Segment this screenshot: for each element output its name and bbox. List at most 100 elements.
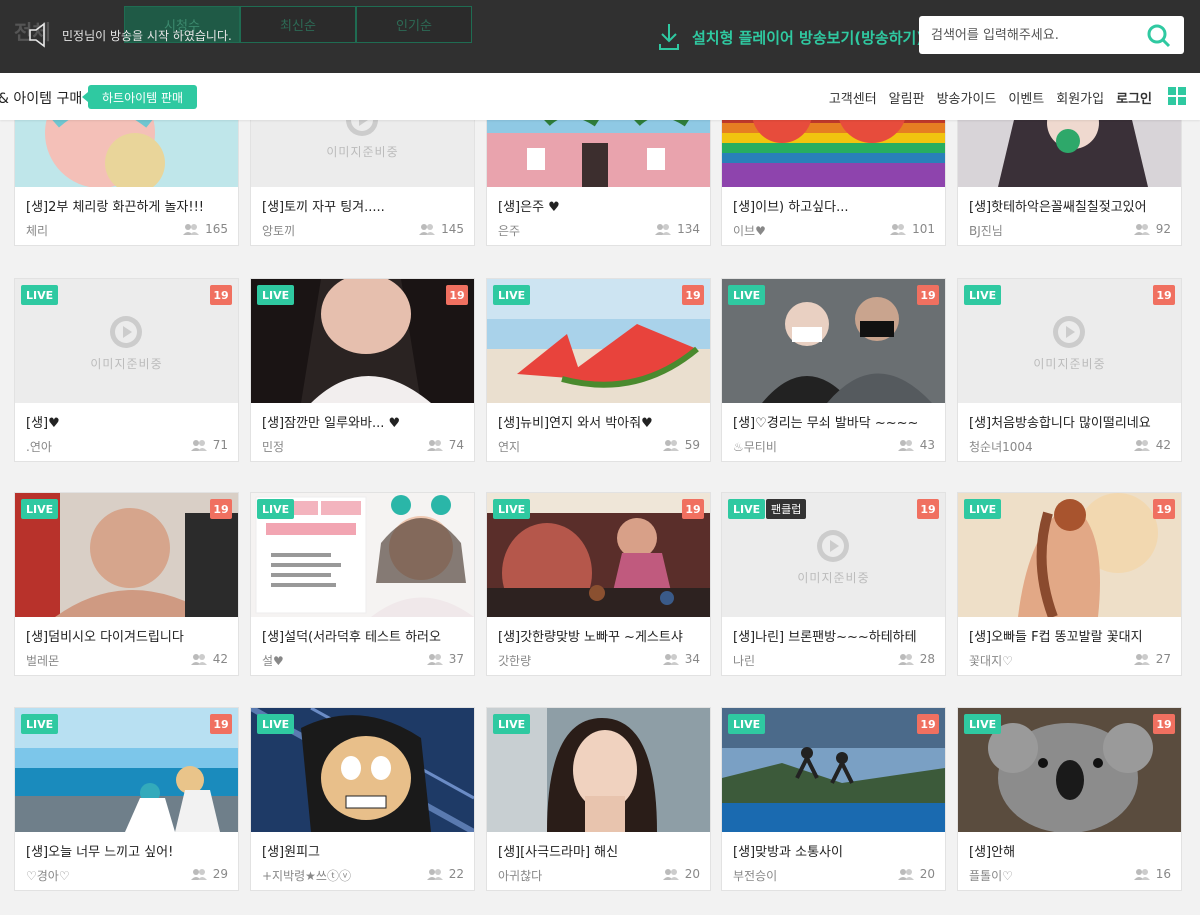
nav-link-event[interactable]: 이벤트 (1008, 88, 1044, 107)
placeholder-text: 이미지준비중 (90, 357, 163, 371)
stream-title[interactable]: [생]오늘 너무 느끼고 싶어! (26, 841, 231, 860)
stream-host: 부전승이 (733, 869, 778, 883)
stream-title[interactable]: [생]♡경리는 무쇠 발바닥 ~~~~ (733, 412, 938, 431)
viewer-count: 165 (183, 222, 228, 236)
stream-title[interactable]: [생]처음방송합니다 많이떨리네요 (969, 412, 1174, 431)
viewer-count: 145 (419, 222, 464, 236)
viewers-icon (426, 654, 443, 665)
viewer-count: 74 (426, 438, 464, 452)
viewer-count: 42 (190, 652, 228, 666)
stream-title[interactable]: [생]갓한량맞방 노빠꾸 ~게스트샤 (498, 626, 703, 645)
nav-link-login[interactable]: 로그인 (1116, 88, 1152, 107)
stream-title[interactable]: [생]안해 (969, 841, 1174, 860)
viewers-icon (897, 440, 914, 451)
broadcast-notice[interactable]: 민정님이 방송을 시작 하였습니다. (28, 22, 232, 48)
install-label: 설치형 플레이어 방송보기(방송하기) (692, 28, 924, 47)
live-badge: LIVE (728, 714, 766, 734)
stream-title[interactable]: [생]핫테하악은꼴쌔칠칠젖고있어 (969, 196, 1174, 215)
stream-title[interactable]: [생]이브) 하고싶다... (733, 196, 938, 215)
live-badge: LIVE (493, 499, 531, 519)
live-badge: LIVE (964, 499, 1002, 519)
viewer-count: 134 (655, 222, 700, 236)
stream-host: 나린 (733, 654, 756, 668)
stream-host: 청순녀1004 (969, 440, 1033, 454)
viewer-count: 92 (1133, 222, 1171, 236)
stream-card[interactable]: LIVE 19 [생]덤비시오 다이겨드립니다 벌레몬 42 (14, 492, 239, 676)
stream-title[interactable]: [생]맞방과 소통사이 (733, 841, 938, 860)
stream-title[interactable]: [생]은주 ♥ (498, 196, 703, 215)
heart-item-sale-button[interactable]: 하트아이템 판매 (81, 85, 198, 109)
stream-host: ♡경아♡ (26, 869, 70, 883)
stream-title[interactable]: [생]토끼 자꾸 팅겨..... (262, 196, 467, 215)
stream-card[interactable]: LIVE [생]설덕(서라덕후 테스트 하러오 설♥ 37 (250, 492, 475, 676)
viewers-icon (662, 440, 679, 451)
stream-title[interactable]: [생][사극드라마] 해신 (498, 841, 703, 860)
stream-title[interactable]: [생]잠깐만 일루와바... ♥ (262, 412, 467, 431)
stream-host: 민정 (262, 440, 285, 454)
stream-title[interactable]: [생]뉴비]연지 와서 박아줘♥ (498, 412, 703, 431)
play-icon (110, 316, 142, 348)
nav-link-signup[interactable]: 회원가입 (1056, 88, 1104, 107)
stream-title[interactable]: [생]2부 체리랑 화끈하게 놀자!!! (26, 196, 231, 215)
viewer-count: 101 (890, 222, 935, 236)
stream-card[interactable]: 이미지준비중 LIVE 19 [생]처음방송합니다 많이떨리네요 청순녀1004… (957, 278, 1182, 462)
stream-host: 이브♥ (733, 224, 766, 238)
stream-card[interactable]: LIVE [생]원피그 +지박령★쓰ⓣⓥ 22 (250, 707, 475, 891)
stream-card[interactable]: LIVE 19 [생]뉴비]연지 와서 박아줘♥ 연지 59 (486, 278, 711, 462)
stream-card[interactable]: 이미지준비중 LIVE 팬클럽 19 [생]나린] 브론팬방~~~하테하테 나린… (721, 492, 946, 676)
stream-title[interactable]: [생]나린] 브론팬방~~~하테하테 (733, 626, 938, 645)
stream-host: 은주 (498, 224, 521, 238)
placeholder-text: 이미지준비중 (797, 571, 870, 585)
stream-host: 벌레몬 (26, 654, 60, 668)
fanclub-badge: 팬클럽 (766, 499, 807, 519)
search-input[interactable] (919, 27, 1129, 43)
stream-card[interactable]: 이미지준비중 LIVE 19 [생]♥ .연아 71 (14, 278, 239, 462)
stream-host: 설♥ (262, 654, 284, 668)
viewers-icon (426, 440, 443, 451)
nav-link-notice-board[interactable]: 알림판 (889, 88, 925, 107)
live-badge: LIVE (493, 285, 531, 305)
stream-grid: [생]2부 체리랑 화끈하게 놀자!!! 체리 165 이미지준비중 [생]토끼… (0, 0, 1200, 915)
stream-card[interactable]: LIVE 19 [생]♡경리는 무쇠 발바닥 ~~~~ ♨무티비 43 (721, 278, 946, 462)
stream-title[interactable]: [생]♥ (26, 412, 231, 431)
viewer-count: 43 (897, 438, 935, 452)
item-purchase-link[interactable]: & 아이템 구매 (0, 88, 82, 108)
stream-card[interactable]: LIVE [생][사극드라마] 해신 아귀찮다 20 (486, 707, 711, 891)
live-badge: LIVE (964, 714, 1002, 734)
viewer-count: 34 (662, 652, 700, 666)
viewers-icon (190, 440, 207, 451)
stream-host: ♨무티비 (733, 440, 777, 454)
stream-card[interactable]: LIVE 19 [생]맞방과 소통사이 부전승이 20 (721, 707, 946, 891)
placeholder-text: 이미지준비중 (326, 145, 399, 159)
stream-card[interactable]: LIVE 19 [생]안해 플톨이♡ 16 (957, 707, 1182, 891)
placeholder-text: 이미지준비중 (1033, 357, 1106, 371)
search-icon[interactable] (1146, 23, 1172, 49)
viewers-icon (1133, 440, 1150, 451)
live-badge: LIVE (493, 714, 531, 734)
stream-title[interactable]: [생]원피그 (262, 841, 467, 860)
nav-link-broadcast-guide[interactable]: 방송가이드 (937, 88, 997, 107)
install-player-link[interactable]: 설치형 플레이어 방송보기(방송하기) (658, 22, 923, 52)
viewer-count: 71 (190, 438, 228, 452)
stream-title[interactable]: [생]덤비시오 다이겨드립니다 (26, 626, 231, 645)
grid-menu-icon[interactable] (1168, 87, 1186, 105)
tab-sort-popular[interactable]: 인기순 (356, 6, 472, 43)
live-badge: LIVE (21, 714, 59, 734)
viewer-count: 29 (190, 867, 228, 881)
stream-host: 연지 (498, 440, 521, 454)
viewers-icon (1133, 869, 1150, 880)
tab-sort-latest[interactable]: 최신순 (240, 6, 356, 43)
viewers-icon (1133, 224, 1150, 235)
stream-title[interactable]: [생]오빠들 F컵 똥꼬발랄 꽃대지 (969, 626, 1174, 645)
nav-link-support[interactable]: 고객센터 (829, 88, 877, 107)
stream-card[interactable]: LIVE 19 [생]오빠들 F컵 똥꼬발랄 꽃대지 꽃대지♡ 27 (957, 492, 1182, 676)
stream-title[interactable]: [생]설덕(서라덕후 테스트 하러오 (262, 626, 467, 645)
stream-card[interactable]: LIVE 19 [생]갓한량맞방 노빠꾸 ~게스트샤 갓한량 34 (486, 492, 711, 676)
stream-card[interactable]: LIVE 19 [생]잠깐만 일루와바... ♥ 민정 74 (250, 278, 475, 462)
stream-host: 앙토끼 (262, 224, 296, 238)
adult-badge: 19 (917, 285, 939, 305)
stream-card[interactable]: LIVE 19 [생]오늘 너무 느끼고 싶어! ♡경아♡ 29 (14, 707, 239, 891)
viewers-icon (897, 869, 914, 880)
search-box (919, 16, 1184, 54)
nav-links: 고객센터 알림판 방송가이드 이벤트 회원가입 로그인 (829, 88, 1152, 107)
